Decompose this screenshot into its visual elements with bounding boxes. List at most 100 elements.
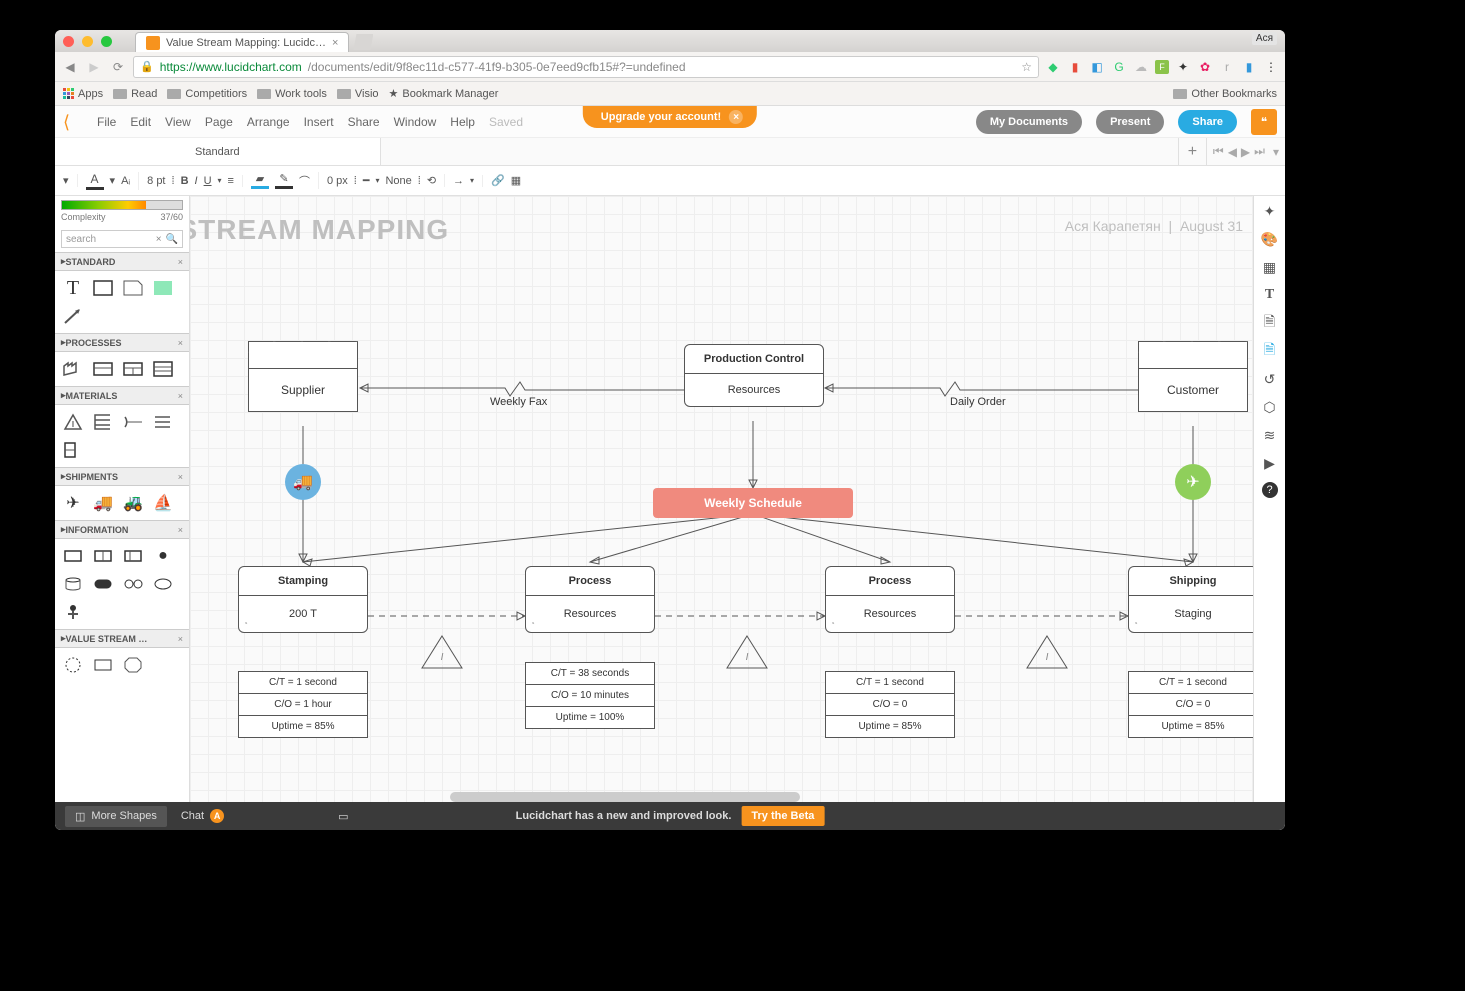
operator-icon[interactable] <box>61 601 85 623</box>
data-box[interactable]: C/T = 1 secondC/O = 1 hourUptime = 85% <box>238 671 368 738</box>
inventory-icon[interactable]: I <box>725 634 769 670</box>
browser-tab[interactable]: Value Stream Mapping: Lucidc… × <box>135 32 349 52</box>
fill-rect-shape[interactable] <box>151 277 175 299</box>
stepper-icon[interactable]: ⁞ <box>172 175 175 187</box>
menu-edit[interactable]: Edit <box>130 115 151 129</box>
try-beta-button[interactable]: Try the Beta <box>741 806 824 826</box>
new-tab-button[interactable] <box>353 34 373 50</box>
font-color-button[interactable]: A <box>86 172 104 190</box>
chevron-down-icon[interactable]: ▾ <box>1273 145 1279 159</box>
reload-button[interactable]: ⟳ <box>109 58 127 76</box>
layers-icon[interactable]: ≋ <box>1261 426 1279 444</box>
customer-shape[interactable]: Customer <box>1138 341 1248 412</box>
close-icon[interactable]: × <box>729 110 743 124</box>
chat-button[interactable]: ChatA <box>181 809 224 823</box>
ext-icon[interactable]: ◆ <box>1045 59 1061 75</box>
bookmark-folder[interactable]: Competitiors <box>167 88 247 100</box>
lucid-logo-icon[interactable]: ⟨ <box>63 112 83 132</box>
data-box[interactable]: C/T = 1 secondC/O = 0Uptime = 85% <box>825 671 955 738</box>
inventory-icon[interactable]: I <box>1025 634 1069 670</box>
safety-stock-icon[interactable] <box>151 411 175 433</box>
panel-shipments[interactable]: ▸ SHIPMENTS× <box>55 467 189 486</box>
present-icon[interactable]: ▶ <box>1261 454 1279 472</box>
grid-icon[interactable]: ▦ <box>1261 258 1279 276</box>
font-size-input[interactable]: 8 pt <box>147 175 165 187</box>
menu-window[interactable]: Window <box>394 115 437 129</box>
corner-radius-button[interactable]: ⌒ <box>299 173 310 189</box>
italic-button[interactable]: I <box>195 175 198 187</box>
text-format-icon[interactable]: Aᵢ <box>121 175 130 187</box>
badge-icon[interactable] <box>91 573 115 595</box>
other-bookmarks[interactable]: Other Bookmarks <box>1173 88 1277 100</box>
menu-insert[interactable]: Insert <box>304 115 334 129</box>
supermarket-icon[interactable] <box>91 411 115 433</box>
theme-icon[interactable]: 🎨 <box>1261 230 1279 248</box>
stamping-process[interactable]: Stamping200 T◔ <box>238 566 368 633</box>
bookmark-folder[interactable]: Visio <box>337 88 379 100</box>
ext-icon[interactable]: ✿ <box>1197 59 1213 75</box>
table-shape-icon[interactable] <box>151 358 175 380</box>
close-icon[interactable]: × <box>178 257 183 267</box>
menu-view[interactable]: View <box>165 115 191 129</box>
data-box[interactable]: C/T = 38 secondsC/O = 10 minutesUptime =… <box>525 662 655 729</box>
clear-icon[interactable]: × <box>156 234 162 245</box>
oval-icon[interactable] <box>151 573 175 595</box>
stepper-icon[interactable]: ⁞ <box>418 175 421 187</box>
ext-icon[interactable]: ☁ <box>1133 59 1149 75</box>
menu-file[interactable]: File <box>97 115 116 129</box>
ext-icon[interactable]: ▮ <box>1241 59 1257 75</box>
inventory-icon[interactable]: I <box>420 634 464 670</box>
menu-help[interactable]: Help <box>450 115 475 129</box>
weekly-schedule-shape[interactable]: Weekly Schedule <box>653 488 853 518</box>
chevron-down-icon[interactable]: ▾ <box>63 174 69 187</box>
chevron-down-icon[interactable]: ▾ <box>470 176 474 185</box>
inventory-icon[interactable]: I <box>61 411 85 433</box>
process-shape-icon[interactable] <box>91 358 115 380</box>
minimize-window[interactable] <box>82 36 93 47</box>
menu-page[interactable]: Page <box>205 115 233 129</box>
supplier-shape[interactable]: Supplier <box>248 341 358 412</box>
close-icon[interactable]: × <box>178 338 183 348</box>
feedback-button[interactable]: ❝ <box>1251 109 1277 135</box>
production-control-shape[interactable]: Production Control Resources <box>684 344 824 407</box>
line-style-button[interactable]: ━ <box>363 174 370 187</box>
buffer-icon[interactable] <box>61 439 85 461</box>
forklift-icon[interactable]: 🚜 <box>121 492 145 514</box>
bookmark-folder[interactable]: Work tools <box>257 88 327 100</box>
arrow-style-button[interactable]: → <box>453 175 464 187</box>
panel-materials[interactable]: ▸ MATERIALS× <box>55 386 189 405</box>
align-button[interactable]: ≡ <box>228 175 234 187</box>
chevron-down-icon[interactable]: ▾ <box>375 176 379 185</box>
close-window[interactable] <box>63 36 74 47</box>
link-icon[interactable]: 🔗 <box>491 174 505 187</box>
help-icon[interactable]: ? <box>1262 482 1278 498</box>
forward-button[interactable]: ▶ <box>85 58 103 76</box>
more-shapes-button[interactable]: ◫More Shapes <box>65 806 167 827</box>
last-page-icon[interactable]: ⏭ <box>1254 144 1265 159</box>
ext-icon[interactable]: ▮ <box>1067 59 1083 75</box>
kanban3-icon[interactable] <box>121 545 145 567</box>
process-shape[interactable]: ProcessResources◔ <box>825 566 955 633</box>
ext-icon[interactable]: r <box>1219 59 1235 75</box>
burst-icon[interactable] <box>61 654 85 676</box>
stop-icon[interactable] <box>121 654 145 676</box>
image-icon[interactable]: ▦ <box>511 174 521 187</box>
bookmark-item[interactable]: ★Bookmark Manager <box>389 87 499 100</box>
menu-share[interactable]: Share <box>348 115 380 129</box>
underline-button[interactable]: U <box>204 175 212 187</box>
process2-shape-icon[interactable] <box>121 358 145 380</box>
close-icon[interactable]: × <box>178 634 183 644</box>
page-icon[interactable]: 🗎 <box>1261 314 1279 332</box>
data-icon[interactable]: ⬡ <box>1261 398 1279 416</box>
prev-page-icon[interactable]: ◀ <box>1228 145 1237 159</box>
panel-information[interactable]: ▸ INFORMATION× <box>55 520 189 539</box>
maximize-window[interactable] <box>101 36 112 47</box>
line-type-select[interactable]: None <box>385 175 411 187</box>
text-icon[interactable]: T <box>1261 286 1279 304</box>
text-shape[interactable]: T <box>61 277 85 299</box>
window-icon[interactable]: ▭ <box>338 810 348 823</box>
profile-badge[interactable]: Ася <box>1252 32 1277 45</box>
data-box[interactable]: C/T = 1 secondC/O = 0Uptime = 85% <box>1128 671 1253 738</box>
fill-color-button[interactable]: ▰ <box>251 172 269 189</box>
url-box[interactable]: 🔒 https://www.lucidchart.com/documents/e… <box>133 56 1039 78</box>
